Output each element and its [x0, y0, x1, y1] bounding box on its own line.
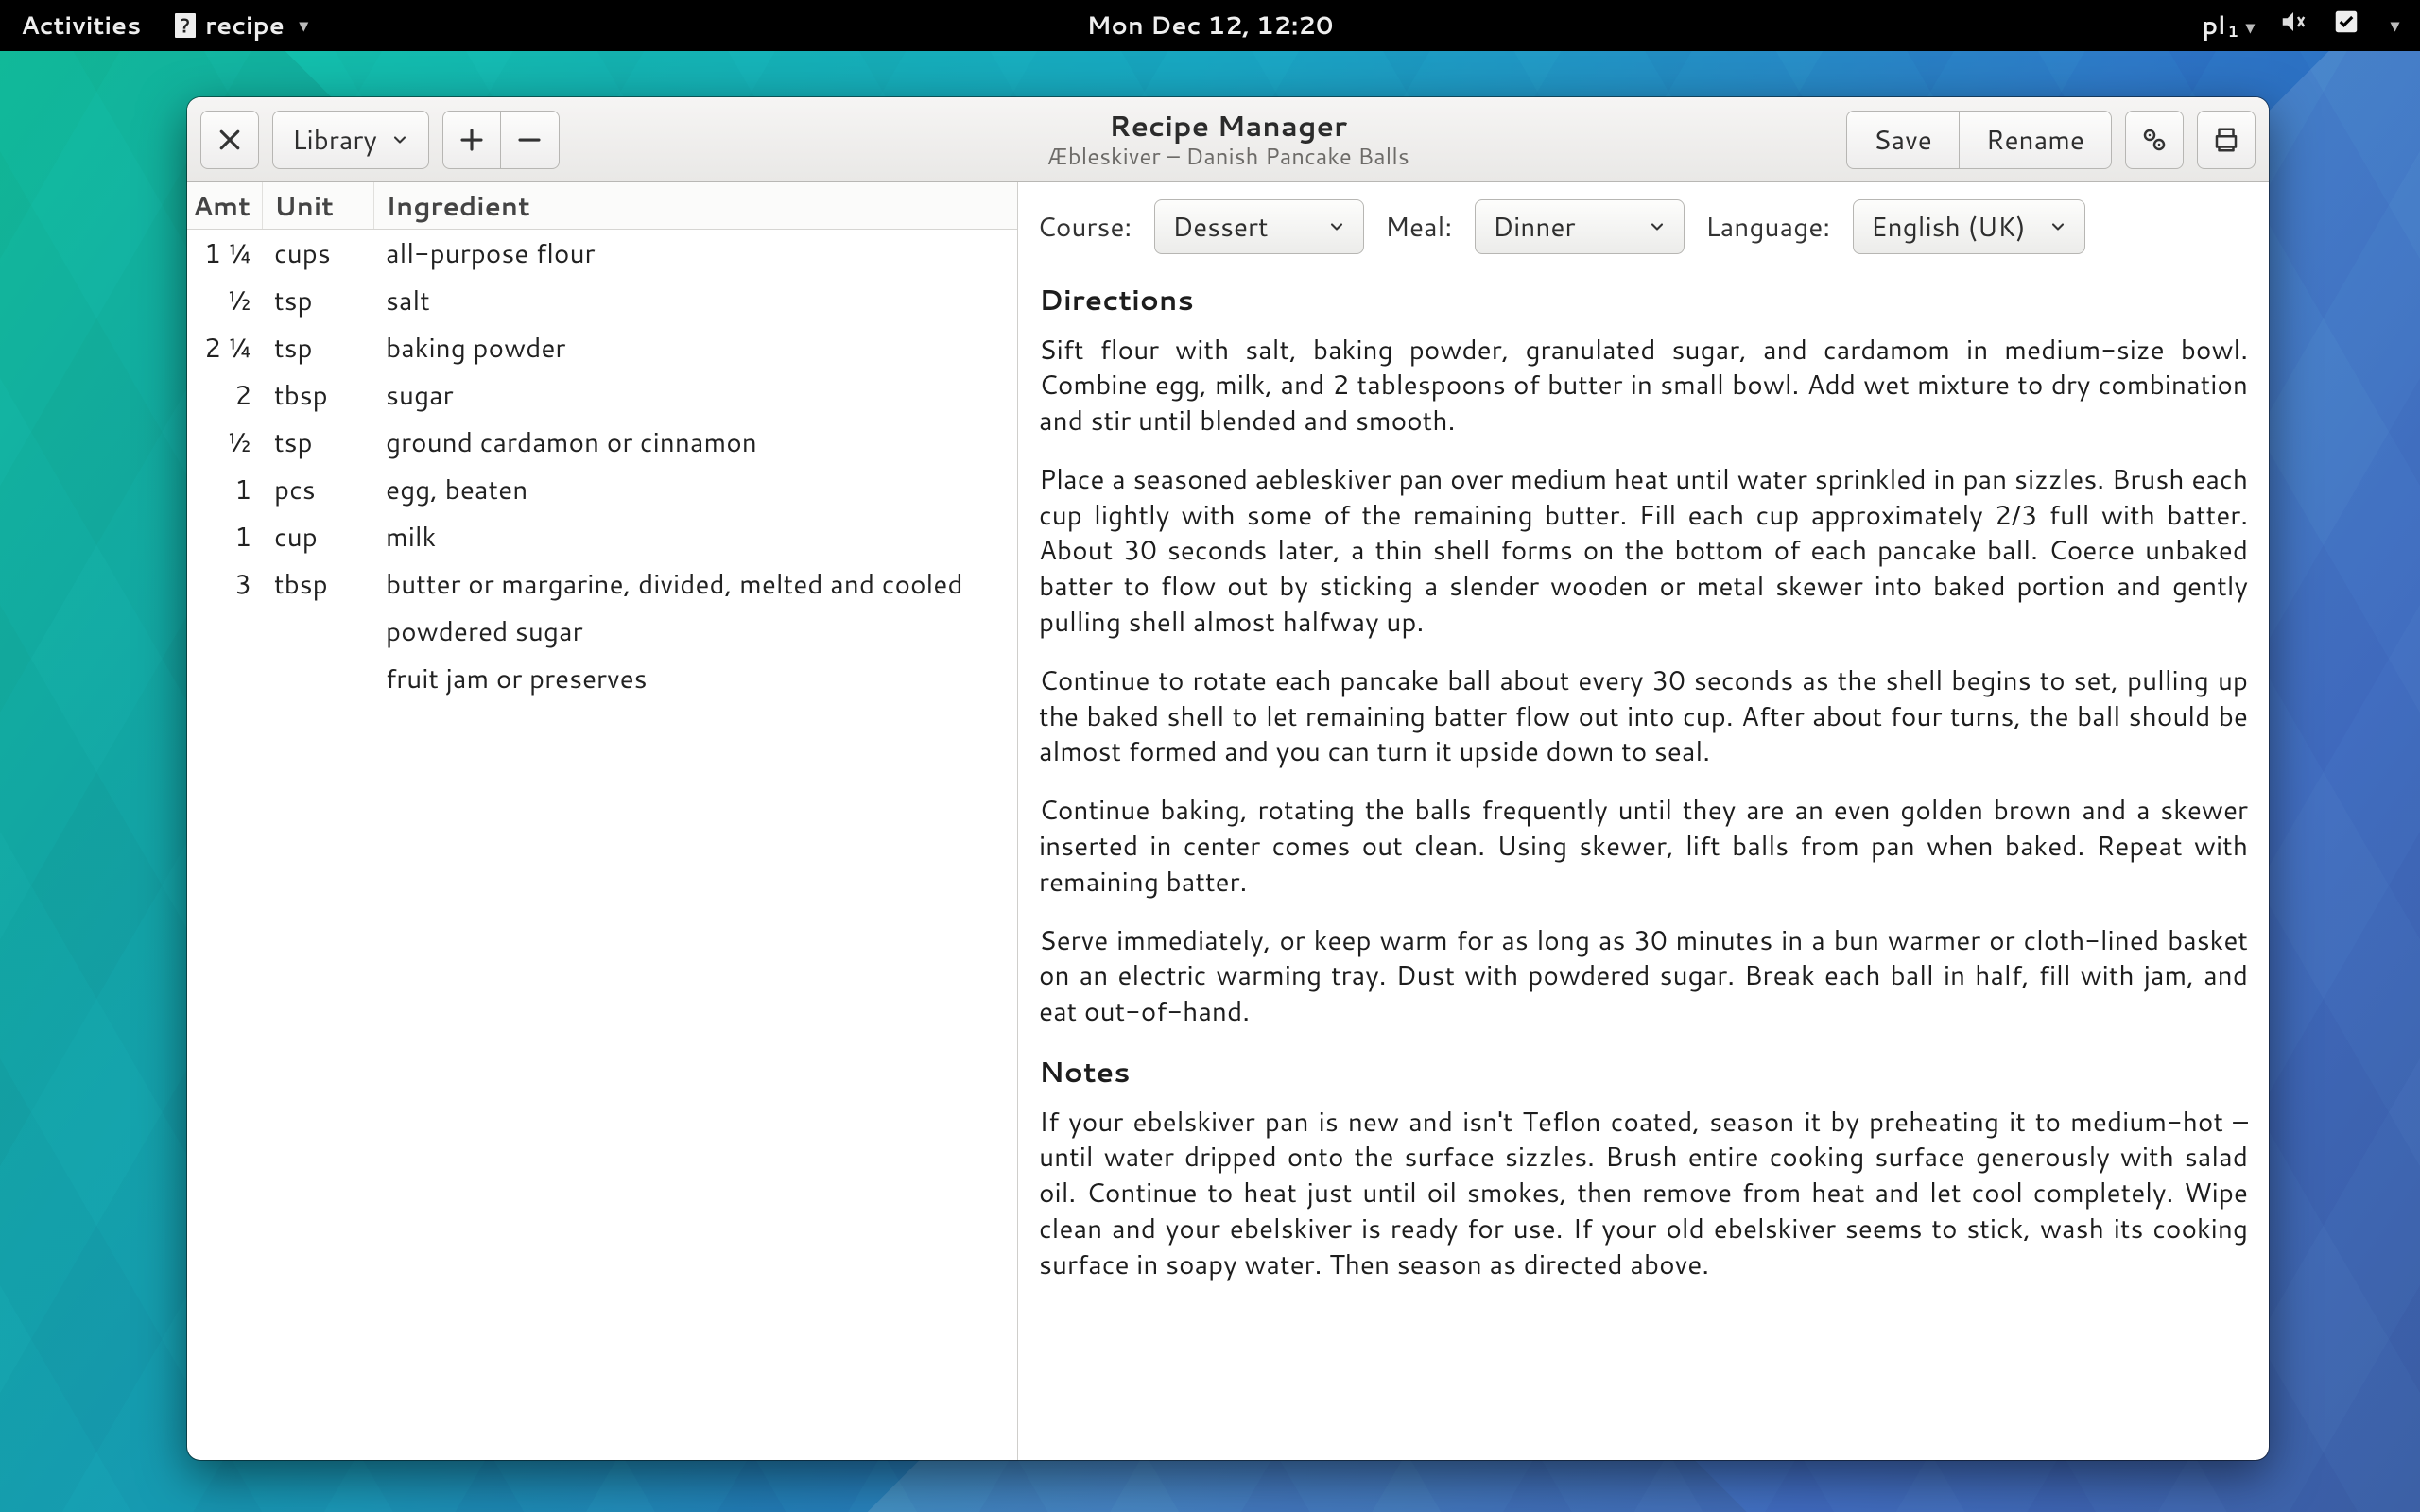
cell-unit: tsp: [263, 329, 374, 367]
cell-unit: tsp: [263, 282, 374, 319]
cell-amt: 1 ¼: [187, 234, 263, 272]
window-title: Recipe Manager: [1046, 109, 1409, 142]
directions-para: Serve immediately, or keep warm for as l…: [1039, 923, 2248, 1030]
desktop-background: Library Recipe Manager Æbleskiver – Dani…: [0, 51, 2420, 1512]
print-button[interactable]: [2197, 111, 2256, 169]
keyboard-layout-indicator[interactable]: pl1 ▾: [2202, 9, 2255, 43]
clock[interactable]: Mon Dec 12, 12:20: [1087, 9, 1334, 43]
activities-button[interactable]: Activities: [21, 9, 141, 43]
library-label: Library: [292, 121, 377, 159]
table-row[interactable]: ½tspground cardamon or cinnamon: [187, 419, 1017, 466]
cell-ingredient: milk: [374, 518, 1017, 556]
window-subtitle: Æbleskiver – Danish Pancake Balls: [1046, 144, 1409, 170]
directions-para: Continue baking, rotating the balls freq…: [1039, 793, 2248, 900]
volume-muted-icon[interactable]: [2279, 8, 2308, 44]
chevron-down-icon: [1648, 208, 1667, 246]
system-menu-chevron-icon[interactable]: ▾: [2391, 12, 2399, 37]
table-row[interactable]: ½tspsalt: [187, 277, 1017, 324]
meal-label: Meal:: [1385, 208, 1452, 246]
table-row[interactable]: 1cupmilk: [187, 513, 1017, 560]
chevron-down-icon: [390, 121, 409, 159]
cell-ingredient: powdered sugar: [374, 612, 1017, 650]
remove-button[interactable]: [501, 111, 560, 169]
language-dropdown[interactable]: English (UK): [1853, 199, 2085, 254]
recipe-content[interactable]: Directions Sift flour with salt, baking …: [1018, 264, 2269, 1327]
settings-button[interactable]: [2125, 111, 2184, 169]
cell-amt: 2 ¼: [187, 329, 263, 367]
add-button[interactable]: [442, 111, 501, 169]
table-row[interactable]: 3tbspbutter or margarine, divided, melte…: [187, 560, 1017, 608]
window-title-wrap: Recipe Manager Æbleskiver – Danish Panca…: [1046, 109, 1409, 169]
chevron-down-icon: ▾: [2246, 14, 2255, 39]
col-header-ingredient[interactable]: Ingredient: [374, 182, 1017, 229]
directions-para: Continue to rotate each pancake ball abo…: [1039, 663, 2248, 770]
cell-unit: tbsp: [263, 565, 374, 603]
notes-heading: Notes: [1039, 1053, 2248, 1091]
cell-amt: ½: [187, 282, 263, 319]
cell-ingredient: baking powder: [374, 329, 1017, 367]
course-value: Dessert: [1172, 208, 1268, 246]
meal-value: Dinner: [1493, 208, 1575, 246]
gnome-top-bar: Activities ? recipe ▾ Mon Dec 12, 12:20 …: [0, 0, 2420, 51]
close-button[interactable]: [200, 111, 259, 169]
header-bar: Library Recipe Manager Æbleskiver – Dani…: [187, 97, 2269, 182]
save-button[interactable]: Save: [1846, 111, 1960, 169]
directions-para: Place a seasoned aebleskiver pan over me…: [1039, 462, 2248, 641]
notes-para: If your ebelskiver pan is new and isn't …: [1039, 1105, 2248, 1283]
window-body: Amt Unit Ingredient 1 ¼cupsall-purpose f…: [187, 182, 2269, 1460]
cell-unit: tsp: [263, 423, 374, 461]
app-menu-label: recipe: [205, 9, 285, 43]
ingredients-pane: Amt Unit Ingredient 1 ¼cupsall-purpose f…: [187, 182, 1018, 1460]
checkbox-tray-icon[interactable]: [2332, 8, 2360, 44]
rename-button[interactable]: Rename: [1960, 111, 2112, 169]
cell-amt: 1: [187, 518, 263, 556]
details-pane: Course: Dessert Meal: Dinner Language: E…: [1018, 182, 2269, 1460]
cell-amt: 3: [187, 565, 263, 603]
library-dropdown[interactable]: Library: [272, 111, 429, 169]
save-rename-segment: Save Rename: [1846, 111, 2112, 169]
cell-ingredient: sugar: [374, 376, 1017, 414]
col-header-amt[interactable]: Amt: [187, 182, 263, 229]
table-row[interactable]: 2tbspsugar: [187, 371, 1017, 419]
directions-heading: Directions: [1039, 281, 2248, 319]
cell-unit: pcs: [263, 471, 374, 508]
cell-ingredient: all-purpose flour: [374, 234, 1017, 272]
table-row[interactable]: powdered sugar: [187, 608, 1017, 655]
cell-unit: cup: [263, 518, 374, 556]
chevron-down-icon: ▾: [300, 12, 308, 37]
language-value: English (UK): [1871, 208, 2026, 246]
cell-amt: 1: [187, 471, 263, 508]
chevron-down-icon: [2048, 208, 2067, 246]
ingredients-body[interactable]: 1 ¼cupsall-purpose flour½tspsalt2 ¼tspba…: [187, 230, 1017, 1460]
table-row[interactable]: 1 ¼cupsall-purpose flour: [187, 230, 1017, 277]
language-label: Language:: [1705, 208, 1830, 246]
cell-unit: tbsp: [263, 376, 374, 414]
course-label: Course:: [1037, 208, 1132, 246]
cell-ingredient: ground cardamon or cinnamon: [374, 423, 1017, 461]
cell-amt: ½: [187, 423, 263, 461]
table-row[interactable]: fruit jam or preserves: [187, 655, 1017, 702]
cell-ingredient: butter or margarine, divided, melted and…: [374, 565, 1017, 603]
app-menu[interactable]: ? recipe ▾: [175, 9, 308, 43]
ingredients-header-row: Amt Unit Ingredient: [187, 182, 1017, 230]
meal-dropdown[interactable]: Dinner: [1475, 199, 1685, 254]
recipe-manager-window: Library Recipe Manager Æbleskiver – Dani…: [187, 97, 2269, 1460]
add-remove-segment: [442, 111, 560, 169]
cell-unit: cups: [263, 234, 374, 272]
selectors-row: Course: Dessert Meal: Dinner Language: E…: [1018, 182, 2269, 264]
col-header-unit[interactable]: Unit: [263, 182, 374, 229]
cell-ingredient: salt: [374, 282, 1017, 319]
directions-para: Sift flour with salt, baking powder, gra…: [1039, 333, 2248, 439]
app-icon: ?: [175, 13, 196, 38]
table-row[interactable]: 2 ¼tspbaking powder: [187, 324, 1017, 371]
cell-amt: 2: [187, 376, 263, 414]
cell-ingredient: egg, beaten: [374, 471, 1017, 508]
cell-ingredient: fruit jam or preserves: [374, 660, 1017, 697]
course-dropdown[interactable]: Dessert: [1154, 199, 1364, 254]
chevron-down-icon: [1327, 208, 1346, 246]
table-row[interactable]: 1pcsegg, beaten: [187, 466, 1017, 513]
